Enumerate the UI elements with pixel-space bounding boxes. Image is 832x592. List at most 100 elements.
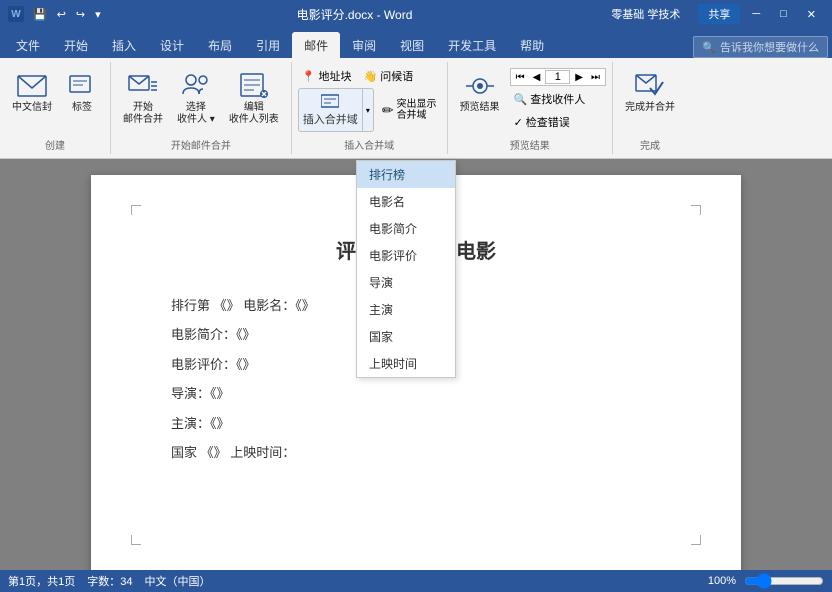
tab-help[interactable]: 帮助 (508, 32, 556, 58)
nav-first-btn[interactable]: ⏮ (513, 71, 528, 84)
btn-edit-recipients[interactable]: 编辑收件人列表 (223, 66, 285, 132)
corner-tr (691, 205, 701, 215)
tab-developer[interactable]: 开发工具 (436, 32, 508, 58)
btn-check-errors-label: 检查错误 (526, 114, 570, 130)
main-window: W 💾 ↩ ↪ ▾ 电影评分.docx - Word 零基础 学技术 共享 ─ … (0, 0, 832, 592)
btn-insert-merge-arrow[interactable]: ▾ (363, 88, 374, 132)
tab-file[interactable]: 文件 (4, 32, 52, 58)
customize-btn[interactable]: ▾ (92, 6, 104, 23)
preview-right-col: ⏮ ◀ ▶ ⏭ 🔍 查找收件人 ✓ 检查错误 (510, 66, 606, 132)
nav-controls: ⏮ ◀ ▶ ⏭ (510, 68, 606, 86)
status-bar: 第1页，共1页 字数：34 中文（中国） 100% (0, 570, 832, 592)
tab-insert[interactable]: 插入 (100, 32, 148, 58)
btn-highlight-merge[interactable]: ✏ 突出显示合并域 (378, 97, 441, 123)
search-bar[interactable]: 🔍 告诉我你想要做什么 (693, 36, 828, 58)
tab-review[interactable]: 审阅 (340, 32, 388, 58)
dropdown-item-ranking[interactable]: 排行榜 (357, 161, 455, 188)
btn-edit-recipients-label: 编辑收件人列表 (229, 102, 279, 126)
btn-insert-merge-field[interactable]: 插入合并域 ▾ (298, 88, 374, 132)
ribbon-content: 中文信封 标签 创建 开始邮件合并 (0, 58, 832, 159)
dropdown-item-movie-review[interactable]: 电影评价 (357, 242, 455, 269)
group-start-merge-label: 开始邮件合并 (117, 134, 285, 152)
btn-check-errors[interactable]: ✓ 检查错误 (510, 112, 606, 132)
dropdown-item-release-date[interactable]: 上映时间 (357, 350, 455, 377)
status-lang: 中文（中国） (145, 573, 211, 589)
dropdown-item-movie-name[interactable]: 电影名 (357, 188, 455, 215)
btn-preview-results-label: 预览结果 (460, 102, 500, 114)
tab-mailings[interactable]: 邮件 (292, 32, 340, 58)
save-btn[interactable]: 💾 (30, 6, 50, 23)
group-insert-merge-body: 📍 地址块 👋 问候语 插入合并域 ▾ (298, 66, 441, 132)
insert-merge-top-row: 📍 地址块 👋 问候语 (298, 66, 441, 86)
group-start-merge-body: 开始邮件合并 选择收件人 ▾ 编辑收件人列表 (117, 66, 285, 132)
tab-view[interactable]: 视图 (388, 32, 436, 58)
word-icon: W (8, 6, 24, 22)
share-btn[interactable]: 共享 (698, 4, 740, 24)
status-words: 字数：34 (87, 573, 132, 589)
btn-start-merge-label: 开始邮件合并 (123, 102, 163, 126)
nav-prev-btn[interactable]: ◀ (530, 71, 544, 84)
btn-insert-merge-field-main[interactable]: 插入合并域 (298, 88, 363, 132)
btn-find-recipient[interactable]: 🔍 查找收件人 (510, 89, 606, 109)
btn-insert-merge-label: 插入合并域 (303, 111, 358, 127)
search-placeholder: 告诉我你想要做什么 (720, 39, 819, 55)
tab-references[interactable]: 引用 (244, 32, 292, 58)
group-create-label: 创建 (6, 134, 104, 152)
btn-address-block-label: 地址块 (319, 68, 352, 84)
btn-finish-merge[interactable]: 完成并合并 (619, 66, 681, 132)
group-create: 中文信封 标签 创建 (0, 62, 111, 154)
ribbon-tab-bar: 文件 开始 插入 设计 布局 引用 邮件 审阅 视图 开发工具 帮助 🔍 告诉我… (0, 28, 832, 58)
title-bar-left: W 💾 ↩ ↪ ▾ (8, 6, 104, 23)
btn-labels-label: 标签 (72, 102, 92, 114)
btn-select-recipients-label: 选择收件人 ▾ (177, 102, 215, 126)
group-finish: 完成并合并 完成 (613, 62, 687, 154)
btn-highlight-merge-label: 突出显示合并域 (397, 99, 437, 121)
group-finish-body: 完成并合并 (619, 66, 681, 132)
tab-layout[interactable]: 布局 (196, 32, 244, 58)
topright-label: 零基础 学技术 (605, 4, 686, 24)
doc-line-6: 国家 《》 上映时间： (171, 441, 661, 464)
dropdown-item-country[interactable]: 国家 (357, 323, 455, 350)
undo-btn[interactable]: ↩ (54, 6, 69, 23)
dropdown-item-movie-intro[interactable]: 电影简介 (357, 215, 455, 242)
btn-preview-results[interactable]: 预览结果 (454, 66, 506, 118)
redo-btn[interactable]: ↪ (73, 6, 88, 23)
btn-labels[interactable]: 标签 (60, 66, 104, 132)
tab-home[interactable]: 开始 (52, 32, 100, 58)
title-bar-right: 零基础 学技术 共享 ─ □ ✕ (605, 4, 824, 24)
group-insert-merge: 📍 地址块 👋 问候语 插入合并域 ▾ (292, 62, 448, 154)
btn-greeting-label: 问候语 (380, 68, 413, 84)
btn-find-recipient-label: 查找收件人 (530, 91, 585, 107)
group-preview-label: 预览结果 (454, 134, 606, 152)
doc-line-4: 导演：《》 (171, 382, 661, 405)
filename-label: 电影评分.docx - Word (297, 8, 413, 22)
btn-select-recipients[interactable]: 选择收件人 ▾ (171, 66, 221, 132)
group-preview: 预览结果 ⏮ ◀ ▶ ⏭ 🔍 查找收件人 (448, 62, 613, 154)
zoom-slider[interactable] (744, 575, 824, 587)
btn-chinese-envelope[interactable]: 中文信封 (6, 66, 58, 132)
highlight-icon: ✏ (382, 102, 394, 119)
address-icon: 📍 (302, 70, 316, 83)
nav-last-btn[interactable]: ⏭ (588, 71, 603, 84)
status-page: 第1页，共1页 (8, 573, 75, 589)
dropdown-item-cast[interactable]: 主演 (357, 296, 455, 323)
find-icon: 🔍 (514, 93, 528, 106)
dropdown-item-director[interactable]: 导演 (357, 269, 455, 296)
btn-address-block[interactable]: 📍 地址块 (298, 66, 356, 86)
insert-merge-bottom-row: 插入合并域 ▾ ✏ 突出显示合并域 (298, 88, 441, 132)
title-text: 电影评分.docx - Word (104, 6, 606, 23)
nav-page-input[interactable] (545, 70, 570, 84)
restore-btn[interactable]: □ (772, 6, 795, 22)
insert-merge-dropdown: 排行榜 电影名 电影简介 电影评价 导演 主演 国家 上映时间 (356, 160, 456, 378)
tab-design[interactable]: 设计 (148, 32, 196, 58)
btn-start-merge[interactable]: 开始邮件合并 (117, 66, 169, 132)
title-bar: W 💾 ↩ ↪ ▾ 电影评分.docx - Word 零基础 学技术 共享 ─ … (0, 0, 832, 28)
group-create-body: 中文信封 标签 (6, 66, 104, 132)
btn-greeting[interactable]: 👋 问候语 (360, 66, 418, 86)
corner-br (691, 535, 701, 545)
nav-next-btn[interactable]: ▶ (572, 71, 586, 84)
corner-bl (131, 535, 141, 545)
close-btn[interactable]: ✕ (799, 6, 824, 23)
minimize-btn[interactable]: ─ (744, 6, 768, 22)
btn-chinese-envelope-label: 中文信封 (12, 102, 52, 114)
